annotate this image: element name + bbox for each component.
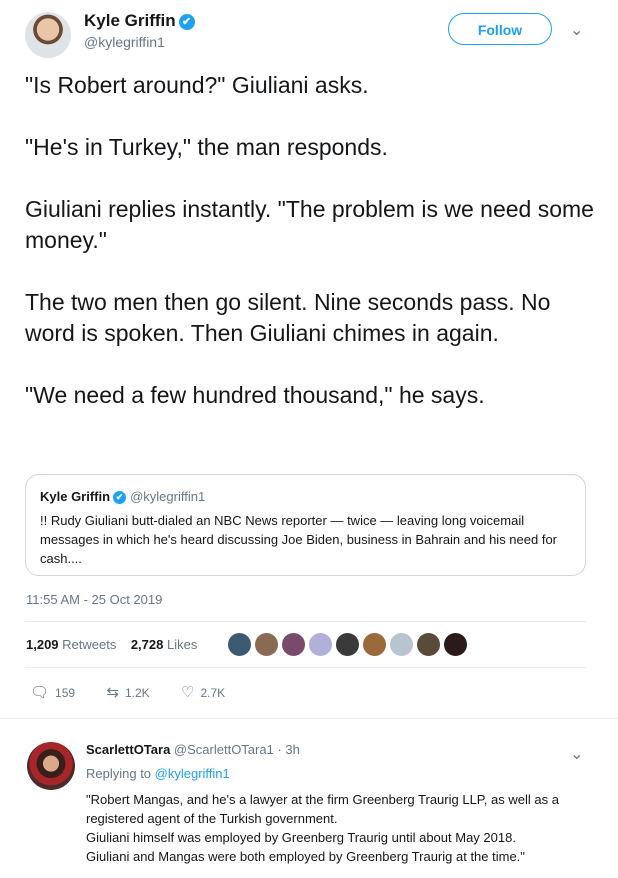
reply-line: "Robert Mangas, and he's a lawyer at the… <box>86 792 559 826</box>
tweet-timestamp[interactable]: 11:55 AM - 25 Oct 2019 <box>26 592 162 607</box>
liker-avatar[interactable] <box>389 632 414 657</box>
reply-author-name[interactable]: ScarlettOTara <box>86 742 170 757</box>
reply-action[interactable]: 🗨 159 <box>30 683 75 701</box>
liker-avatar[interactable] <box>308 632 333 657</box>
divider <box>0 718 618 719</box>
liker-avatar[interactable] <box>416 632 441 657</box>
divider <box>25 667 586 668</box>
engagement-stats: 1,209 Retweets 2,728 Likes <box>26 637 197 652</box>
liker-avatar[interactable] <box>281 632 306 657</box>
divider <box>25 621 586 622</box>
author-name[interactable]: Kyle Griffin ✔ <box>84 11 195 31</box>
tweet-paragraph: The two men then go silent. Nine seconds… <box>25 289 551 346</box>
tweet-paragraph: Giuliani replies instantly. "The problem… <box>25 196 594 253</box>
retweet-action[interactable]: ⇆ 1.2K <box>106 683 149 701</box>
liker-avatar[interactable] <box>362 632 387 657</box>
likes-label[interactable]: Likes <box>167 637 197 652</box>
reply-author: ScarlettOTara @ScarlettOTara1 · 3h <box>86 742 300 757</box>
liker-avatar[interactable] <box>335 632 360 657</box>
verified-badge-icon: ✔ <box>178 14 195 30</box>
tweet-actions: 🗨 159 ⇆ 1.2K ♡ 2.7K <box>30 683 253 701</box>
follow-button[interactable]: Follow <box>448 13 552 45</box>
tweet-paragraph: "He's in Turkey," the man responds. <box>25 134 388 160</box>
heart-icon: ♡ <box>181 684 195 701</box>
tweet-paragraph: "Is Robert around?" Giuliani asks. <box>25 72 369 98</box>
quoted-tweet-handle: @kylegriffin1 <box>130 489 206 504</box>
tweet-paragraph: "We need a few hundred thousand," he say… <box>25 382 485 408</box>
reply-author-handle[interactable]: @ScarlettOTara1 <box>174 742 274 757</box>
reply-text: "Robert Mangas, and he's a lawyer at the… <box>86 790 596 866</box>
liker-avatars <box>227 632 470 662</box>
retweets-label[interactable]: Retweets <box>62 637 116 652</box>
author-avatar[interactable] <box>25 12 71 58</box>
retweets-count[interactable]: 1,209 <box>26 637 59 652</box>
verified-badge-icon: ✔ <box>113 491 127 504</box>
reply-line: Giuliani and Mangas were both employed b… <box>86 849 525 864</box>
replying-to-link[interactable]: @kylegriffin1 <box>155 766 230 781</box>
reply-icon: 🗨 <box>30 684 50 701</box>
liker-avatar[interactable] <box>443 632 468 657</box>
replying-to: Replying to @kylegriffin1 <box>86 766 230 781</box>
quoted-tweet-author: Kyle Griffin ✔ @kylegriffin1 <box>40 489 206 504</box>
quoted-tweet[interactable]: Kyle Griffin ✔ @kylegriffin1 !! Rudy Giuli… <box>25 474 586 576</box>
like-action[interactable]: ♡ 2.7K <box>181 683 225 701</box>
author-handle[interactable]: @kylegriffin1 <box>84 34 165 50</box>
reply-line: Giuliani himself was employed by Greenbe… <box>86 830 516 845</box>
liker-avatar[interactable] <box>254 632 279 657</box>
quoted-tweet-text: !! Rudy Giuliani butt-dialed an NBC News… <box>40 513 558 566</box>
chevron-down-icon[interactable]: ⌄ <box>570 20 583 40</box>
tweet-text: "Is Robert around?" Giuliani asks. "He's… <box>25 70 595 442</box>
retweet-icon: ⇆ <box>106 684 119 701</box>
chevron-down-icon[interactable]: ⌄ <box>570 744 583 764</box>
liker-avatar[interactable] <box>227 632 252 657</box>
reply-author-avatar[interactable] <box>27 742 75 790</box>
reply-time[interactable]: · 3h <box>277 742 299 757</box>
likes-count[interactable]: 2,728 <box>131 637 164 652</box>
